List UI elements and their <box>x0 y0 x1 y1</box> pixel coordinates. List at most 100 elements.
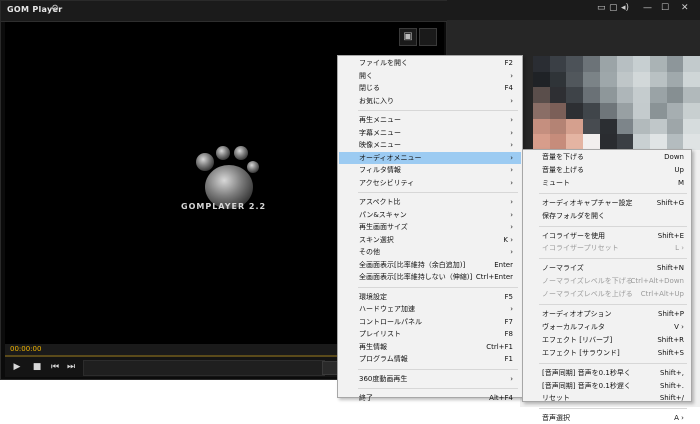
submenu-item[interactable]: [音声同期] 音声を0.1秒早く Shift+, <box>524 367 690 379</box>
menu-item[interactable]: アスペクト比 › <box>339 196 521 208</box>
submenu-item: イコライザープリセット L › <box>524 242 690 254</box>
submenu-item-label: イコライザープリセット <box>542 244 619 253</box>
next-icon[interactable]: ⏭ <box>65 361 77 373</box>
submenu-item[interactable]: 音量を上げる Up <box>524 164 690 176</box>
play-icon[interactable]: ▶ <box>11 361 23 373</box>
menu-item-label: オーディオメニュー <box>359 153 422 162</box>
window-icon-1[interactable]: ▭ <box>597 3 606 13</box>
window-icon-2[interactable]: ▢ <box>609 3 618 13</box>
menu-item[interactable]: パン&スキャン › <box>339 209 521 221</box>
mini-panel-button[interactable] <box>322 361 338 375</box>
mosaic-tile <box>533 56 550 72</box>
menu-item[interactable]: お気に入り › <box>339 95 521 107</box>
mosaic-tile <box>549 118 567 135</box>
menu-item-shortcut: Ctrl+Enter <box>475 273 513 281</box>
menu-item-shortcut: F5 <box>504 292 513 301</box>
menu-item[interactable]: 終了 Alt+F4 <box>339 392 521 404</box>
stop-icon[interactable]: ■ <box>31 361 43 373</box>
menu-item-label: 環境設定 <box>359 292 387 301</box>
menu-item[interactable]: 再生情報 Ctrl+F1 <box>339 341 521 353</box>
mosaic-tile <box>649 56 667 72</box>
menu-item[interactable]: プレイリスト F8 <box>339 328 521 340</box>
mosaic-tile <box>533 87 550 103</box>
menu-separator <box>358 368 518 370</box>
submenu-item-shortcut: Shift+S <box>657 348 684 357</box>
menu-item-shortcut: › <box>510 116 513 124</box>
menu-item-label: 再生画面サイズ <box>359 223 408 231</box>
submenu-separator <box>539 408 687 410</box>
submenu-separator <box>539 362 687 364</box>
previous-icon[interactable]: ⏮ <box>49 361 61 373</box>
menu-item[interactable]: コントロールパネル F7 <box>339 316 521 328</box>
submenu-item[interactable]: ヴォーカルフィルタ V › <box>524 321 690 333</box>
volume-icon[interactable]: ◂) <box>621 3 629 13</box>
submenu-item[interactable]: エフェクト [リバーブ] Shift+R <box>524 334 690 346</box>
submenu-item-label: ミュート <box>542 178 570 187</box>
minimize-icon[interactable]: — <box>643 3 652 13</box>
mosaic-tile <box>683 134 700 150</box>
menu-item[interactable]: ファイルを開く F2 <box>339 57 521 69</box>
submenu-item-shortcut: Shift+, <box>659 368 684 377</box>
menu-item[interactable]: 環境設定 F5 <box>339 291 521 303</box>
menu-item[interactable]: フィルタ情報 › <box>339 164 521 176</box>
submenu-item-shortcut: Shift+N <box>656 264 684 273</box>
menu-item-label: コントロールパネル <box>359 317 422 326</box>
menu-item[interactable]: アクセシビリティ › <box>339 177 521 189</box>
menu-item[interactable]: 閉じる F4 <box>339 82 521 94</box>
menu-item-label: フィルタ情報 <box>359 166 401 174</box>
menu-item-label: 開く <box>359 71 373 80</box>
settings-gear-icon[interactable]: ⚙ <box>51 4 59 14</box>
mosaic-tile <box>533 118 550 135</box>
mosaic-tile <box>616 118 634 135</box>
menu-item[interactable]: ハードウェア加速 › <box>339 303 521 315</box>
submenu-item-label: イコライザーを使用 <box>542 231 605 240</box>
submenu-separator <box>539 304 687 305</box>
menu-item[interactable]: 映像メニュー › <box>339 139 521 151</box>
submenu-item[interactable]: [音声同期] 音声を0.1秒遅く Shift+. <box>524 380 690 392</box>
maximize-icon[interactable]: ☐ <box>661 3 669 13</box>
menu-item-shortcut: Ctrl+F1 <box>486 342 513 351</box>
menu-item[interactable]: 全画面表示[比率維持（余白追加)] Enter <box>339 259 521 271</box>
menu-item[interactable]: その他 › <box>339 246 521 258</box>
menu-item[interactable]: プログラム情報 F1 <box>339 353 521 365</box>
mosaic-tile <box>616 103 634 119</box>
context-menu: ファイルを開く F2 開く › 閉じる F4 お気に入り › 再生メニュー › 字幕メニュー › 映像メ… <box>337 55 523 402</box>
menu-item[interactable]: 開く › <box>339 70 521 82</box>
mosaic-tile <box>616 134 634 150</box>
mosaic-tile <box>633 134 650 150</box>
apple-icon[interactable] <box>419 28 437 46</box>
menu-item[interactable]: 字幕メニュー › <box>339 127 521 139</box>
mosaic-tile <box>549 87 567 103</box>
control-slider[interactable] <box>83 360 325 376</box>
submenu-item-label: オーディオオプション <box>542 310 612 318</box>
menu-item[interactable]: スキン選択 K › <box>339 234 521 246</box>
submenu-item[interactable]: オーディオキャプチャー設定 Shift+G <box>524 197 690 209</box>
submenu-item[interactable]: オーディオオプション Shift+P <box>524 308 690 320</box>
menu-item-label: プログラム情報 <box>359 355 408 363</box>
menu-item-label: アクセシビリティ <box>359 178 415 187</box>
submenu-item-label: エフェクト [サラウンド] <box>542 348 620 357</box>
menu-item[interactable]: 再生メニュー › <box>339 114 521 126</box>
submenu-item[interactable]: ノーマライズ Shift+N <box>524 262 690 274</box>
menu-item[interactable]: 全画面表示[比率維持しない（伸縮)] Ctrl+Enter <box>339 271 521 283</box>
submenu-item[interactable]: イコライザーを使用 Shift+E <box>524 230 690 242</box>
submenu-item[interactable]: リセット Shift+/ <box>524 392 690 404</box>
capture-icon[interactable]: ▣ <box>399 28 417 46</box>
submenu-item[interactable]: 保存フォルダを開く <box>524 210 690 222</box>
menu-separator <box>358 110 518 111</box>
menu-item-label: 再生情報 <box>359 342 387 351</box>
menu-item[interactable]: 再生画面サイズ › <box>339 221 521 233</box>
menu-item-shortcut: Enter <box>494 260 513 269</box>
menu-item[interactable]: オーディオメニュー › <box>339 151 521 164</box>
submenu-separator <box>539 192 687 194</box>
mosaic-tile <box>683 56 700 72</box>
submenu-item[interactable]: ミュート M <box>524 177 690 189</box>
submenu-item[interactable]: 音声選択 A › <box>524 412 690 424</box>
submenu-item[interactable]: エフェクト [サラウンド] Shift+S <box>524 347 690 359</box>
menu-item-shortcut: › <box>510 166 513 174</box>
menu-item[interactable]: 360度動画再生 › <box>339 373 521 385</box>
mosaic-tile <box>599 87 617 103</box>
submenu-item[interactable]: 音量を下げる Down <box>524 151 690 163</box>
mosaic-tile <box>649 134 667 150</box>
close-icon[interactable]: ✕ <box>681 3 689 13</box>
